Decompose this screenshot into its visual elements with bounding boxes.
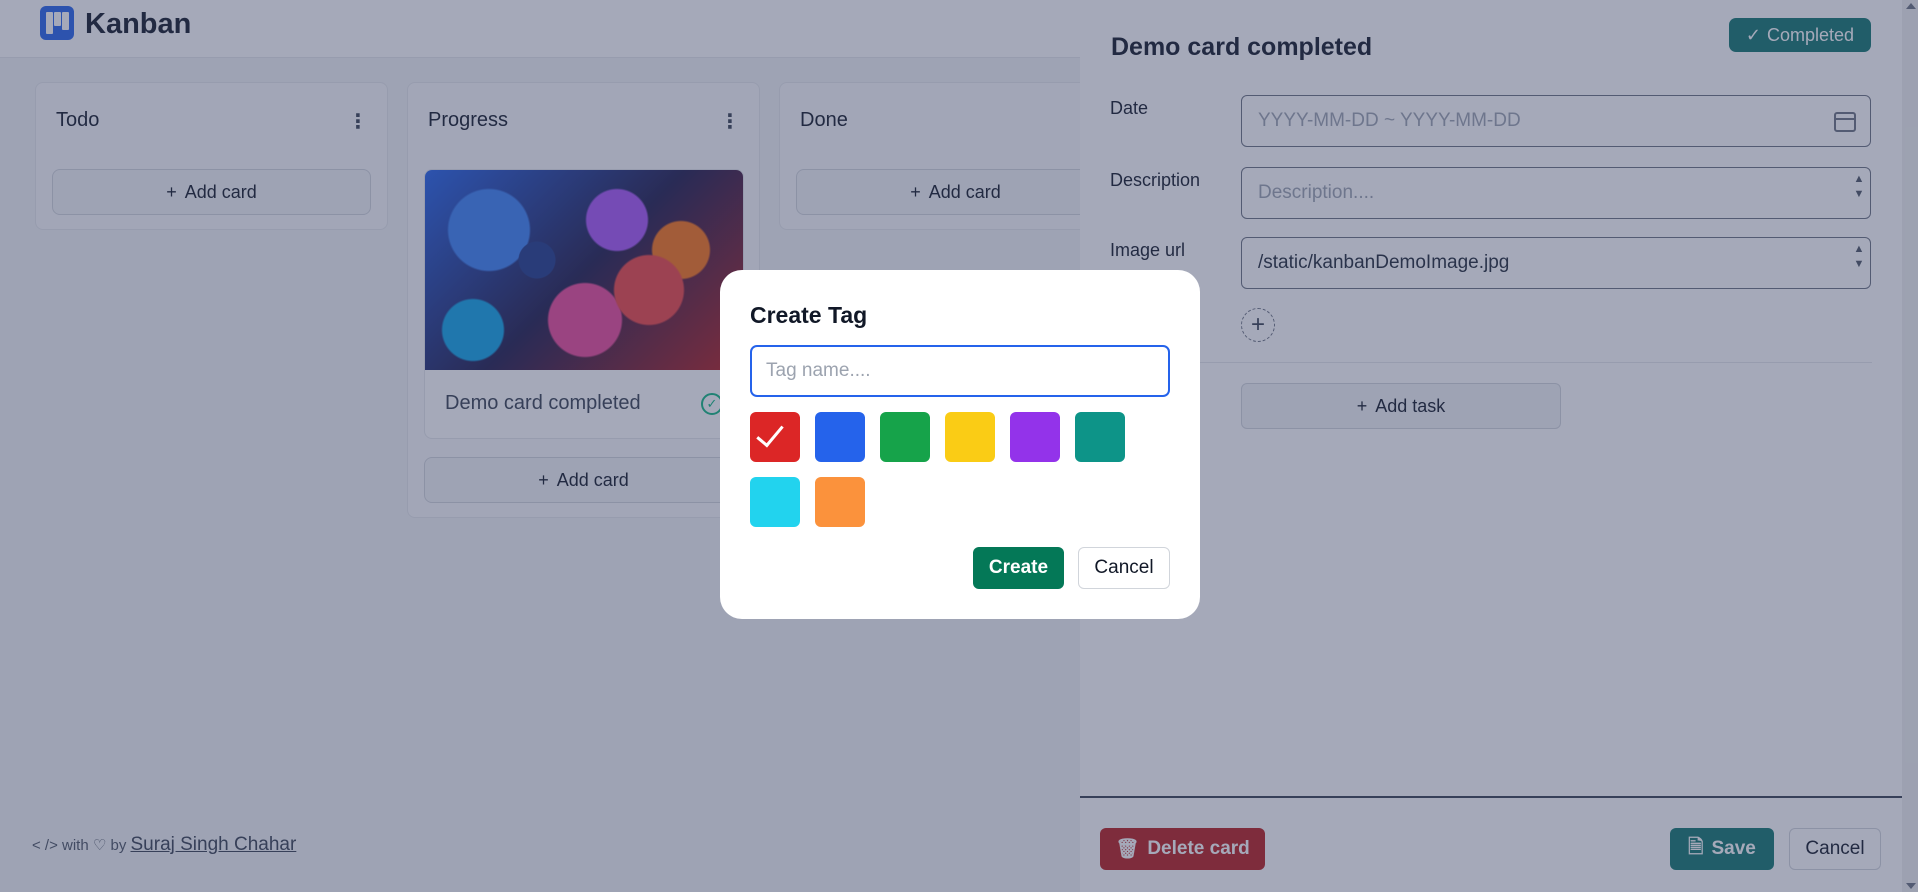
color-swatch[interactable] (815, 412, 865, 462)
create-button[interactable]: Create (973, 547, 1064, 589)
checkmark-icon (756, 418, 784, 448)
color-swatch[interactable] (750, 412, 800, 462)
modal-title: Create Tag (750, 302, 868, 328)
color-swatch[interactable] (880, 412, 930, 462)
create-tag-modal: Create Tag Create Cancel (720, 270, 1200, 619)
color-swatch[interactable] (750, 477, 800, 527)
tag-name-input[interactable] (750, 345, 1170, 397)
cancel-button[interactable]: Cancel (1078, 547, 1170, 589)
color-swatch[interactable] (945, 412, 995, 462)
color-swatch[interactable] (1010, 412, 1060, 462)
color-swatch[interactable] (815, 477, 865, 527)
color-swatch[interactable] (1075, 412, 1125, 462)
